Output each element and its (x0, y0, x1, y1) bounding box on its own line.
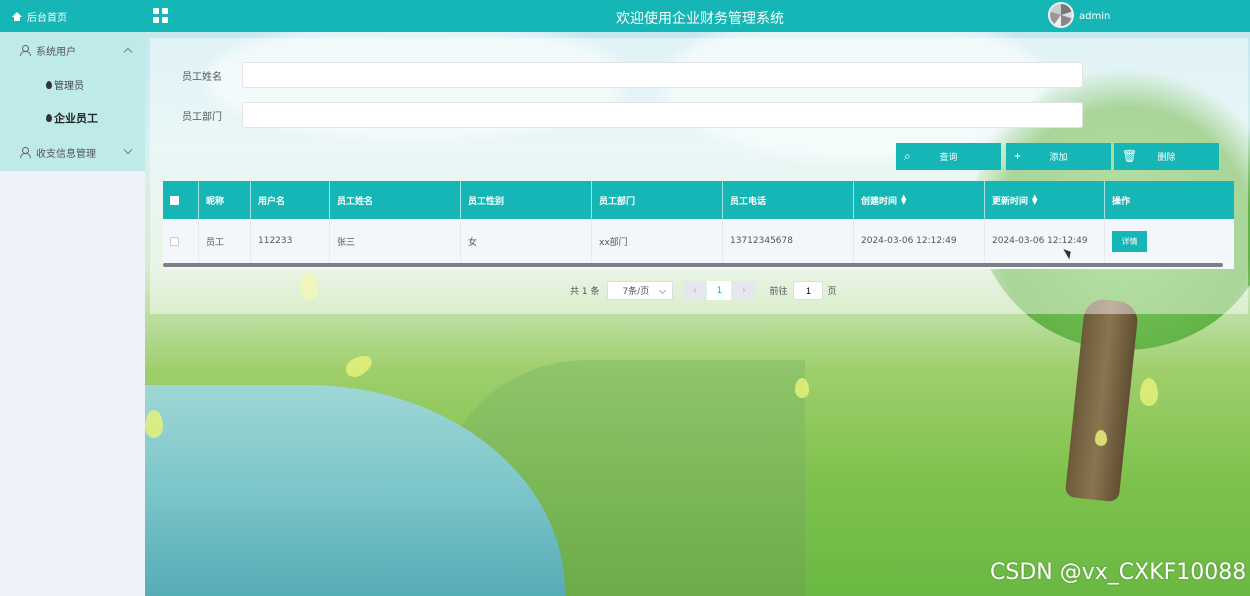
top-bar: 欢迎使用企业财务管理系统 admin (145, 0, 1250, 32)
username-label[interactable]: admin (1079, 11, 1110, 22)
sort-icon[interactable]: ▲ ▼ (901, 194, 906, 206)
select-all-cell (163, 181, 199, 219)
main-panel: 员工姓名 员工部门 ⌕ 查询 + 添加 🗑 删除 昵称 用户名 员工姓名 员工性… (150, 38, 1248, 314)
row-select-cell (163, 219, 199, 263)
table-cell: 员工 (199, 219, 251, 263)
page-size-select[interactable]: 7条/页 (607, 281, 674, 300)
horizontal-scrollbar[interactable] (163, 263, 1223, 267)
select-all-checkbox[interactable] (170, 195, 179, 205)
sort-icon[interactable]: ▲ ▼ (1032, 194, 1037, 206)
table-cell: 张三 (330, 219, 461, 263)
prev-page-button[interactable]: ‹ (683, 281, 707, 300)
table-cell: 2024-03-06 12:12:49 (985, 219, 1105, 263)
sidebar-item-employees[interactable]: 企业员工 (0, 101, 145, 134)
search-dept-row: 员工部门 (150, 102, 1248, 128)
delete-button-label: 删除 (1157, 152, 1176, 162)
column-header: 员工姓名 (330, 181, 461, 219)
chevron-down-icon (123, 145, 133, 155)
detail-button[interactable]: 详情 (1112, 230, 1147, 252)
delete-button[interactable]: 🗑 删除 (1114, 143, 1219, 170)
pagination: 共 1 条 7条/页 ‹ 1 › 前往 页 (570, 281, 836, 300)
sidebar-group-label: 收支信息管理 (36, 148, 96, 160)
sidebar: 后台首页 系统用户 管理员 企业员工 收支信息管理 (0, 0, 145, 596)
table-cell: 13712345678 (723, 219, 854, 263)
goto-page-input[interactable] (793, 281, 824, 300)
column-header: 员工电话 (723, 181, 854, 219)
sidebar-group-system-users[interactable]: 系统用户 (0, 32, 145, 68)
page-suffix-label: 页 (827, 287, 837, 297)
sidebar-home-label: 后台首页 (27, 12, 67, 24)
query-button-label: 查询 (939, 152, 958, 162)
user-icon (20, 147, 31, 158)
next-page-button[interactable]: › (732, 281, 756, 300)
sidebar-item-label: 管理员 (54, 81, 84, 92)
home-icon (12, 11, 22, 21)
dept-field-label: 员工部门 (182, 112, 222, 123)
sidebar-menu: 系统用户 管理员 企业员工 收支信息管理 (0, 32, 145, 171)
name-field-label: 员工姓名 (182, 72, 222, 83)
search-icon: ⌕ (904, 149, 911, 163)
table-cell: 2024-03-06 12:12:49 (854, 219, 985, 263)
pagination-total: 共 1 条 (570, 287, 600, 297)
query-button[interactable]: ⌕ 查询 (896, 143, 1001, 170)
add-button[interactable]: + 添加 (1006, 143, 1111, 170)
sidebar-item-admin[interactable]: 管理员 (0, 68, 145, 101)
location-pin-icon (46, 80, 52, 89)
sidebar-item-label: 企业员工 (54, 111, 98, 125)
column-header-label: 创建时间 (861, 196, 898, 207)
sidebar-home[interactable]: 后台首页 (0, 0, 145, 32)
table-cell: xx部门 (592, 219, 723, 263)
goto-label: 前往 (769, 287, 788, 297)
actions-cell: 详情 (1105, 219, 1234, 263)
sidebar-group-finance[interactable]: 收支信息管理 (0, 134, 145, 170)
employee-name-input[interactable] (242, 62, 1083, 88)
column-header-updated[interactable]: 更新时间 ▲ ▼ (985, 181, 1105, 219)
column-header: 昵称 (199, 181, 251, 219)
employee-dept-input[interactable] (242, 102, 1083, 128)
trash-icon: 🗑 (1122, 149, 1138, 163)
table-header: 昵称 用户名 员工姓名 员工性别 员工部门 员工电话 创建时间 ▲ ▼ 更新时间 ▲ ▼… (163, 181, 1234, 219)
add-button-label: 添加 (1049, 152, 1068, 162)
chevron-up-icon (123, 47, 133, 57)
column-header: 员工性别 (461, 181, 592, 219)
table-cell: 112233 (251, 219, 330, 263)
column-header: 员工部门 (592, 181, 723, 219)
avatar[interactable] (1048, 2, 1074, 28)
row-checkbox[interactable] (170, 236, 179, 246)
watermark: CSDN @vx_CXKF10088 (990, 560, 1247, 585)
column-header: 操作 (1112, 196, 1131, 207)
column-header: 用户名 (251, 181, 330, 219)
table-cell: 女 (461, 219, 592, 263)
location-pin-icon (46, 113, 52, 122)
plus-icon: + (1014, 149, 1022, 163)
user-icon (20, 45, 31, 56)
page-number-button[interactable]: 1 (707, 281, 732, 300)
search-name-row: 员工姓名 (150, 62, 1248, 88)
sidebar-group-label: 系统用户 (36, 46, 76, 58)
column-header-label: 更新时间 (992, 196, 1029, 207)
column-header-created[interactable]: 创建时间 ▲ ▼ (854, 181, 985, 219)
